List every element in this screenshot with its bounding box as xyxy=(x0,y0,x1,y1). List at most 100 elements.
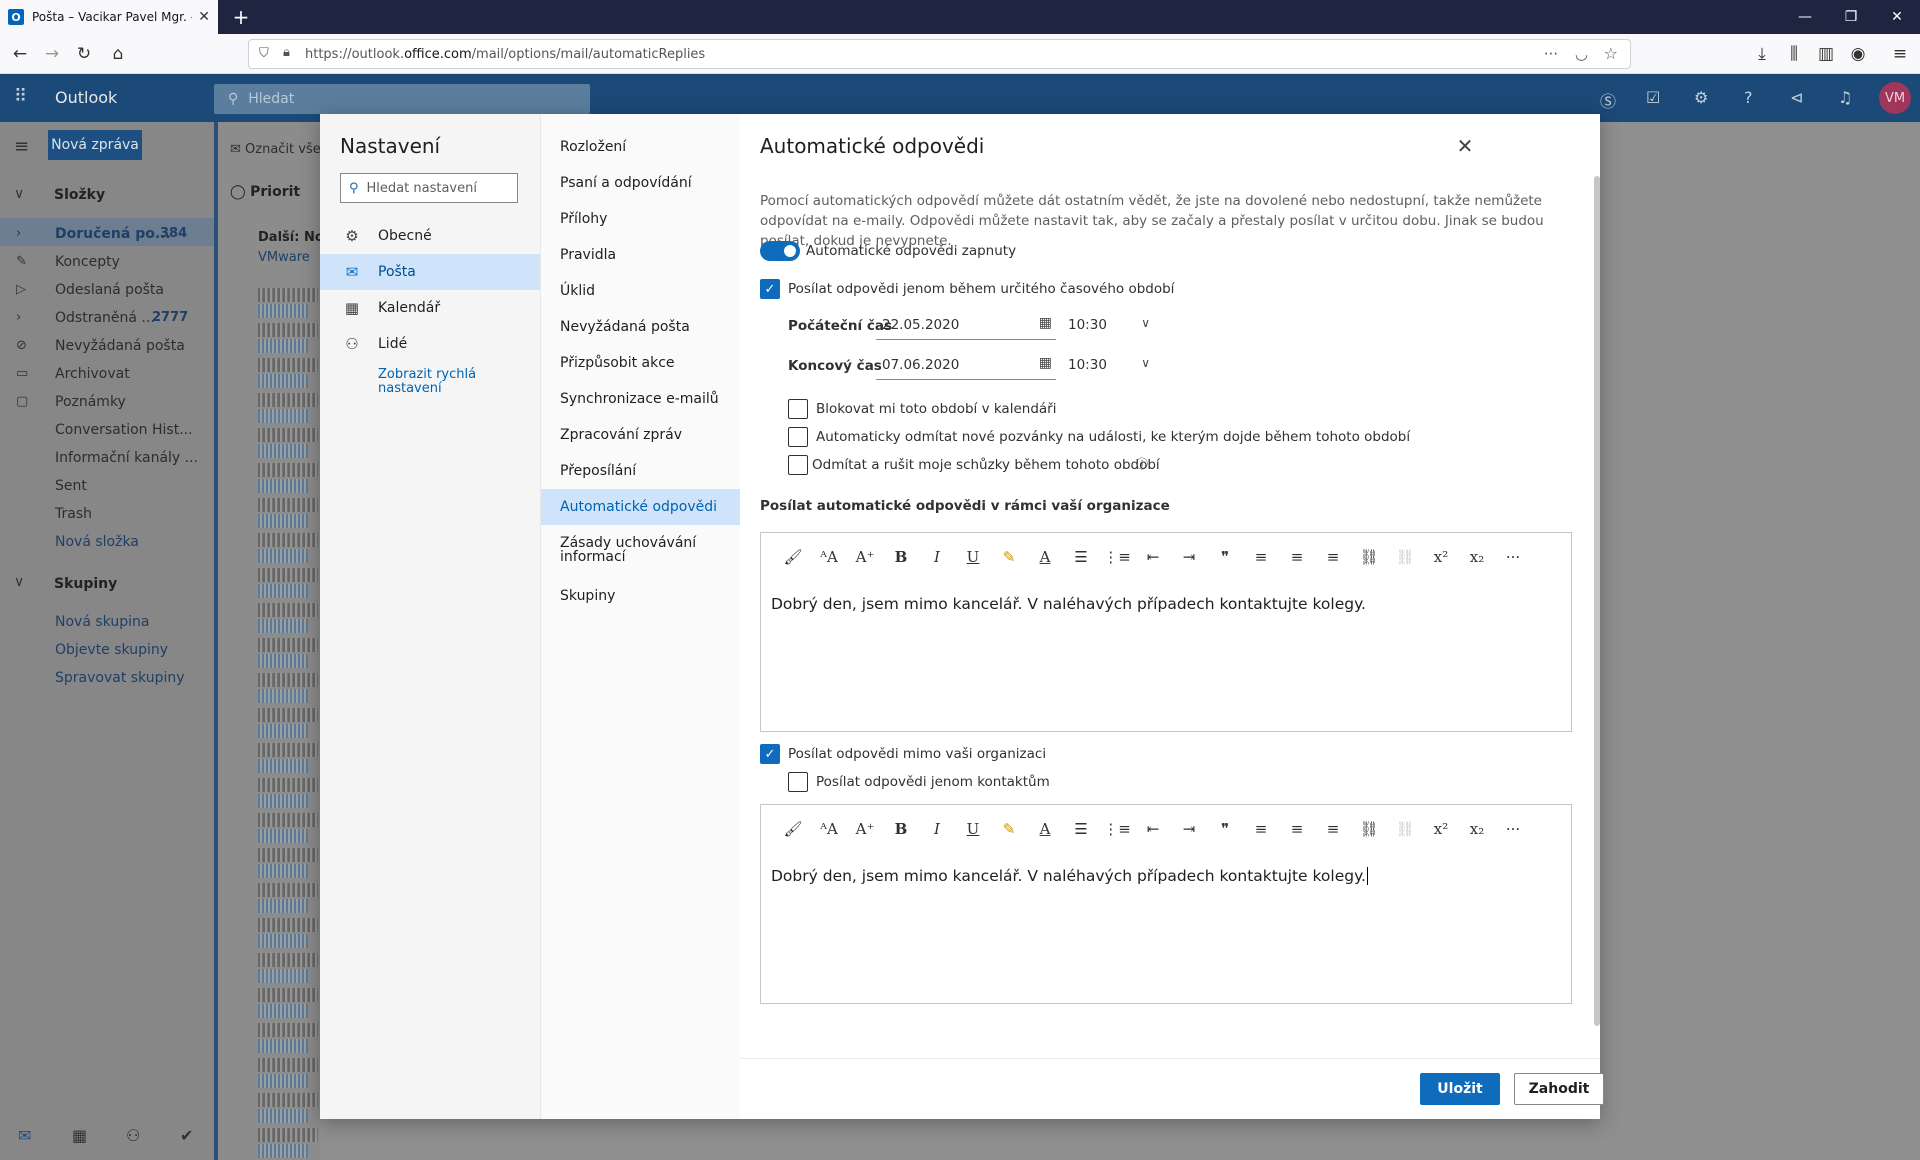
chevron-down-icon[interactable]: ∨ xyxy=(14,574,24,590)
forward-icon[interactable]: → xyxy=(38,40,66,68)
start-date-input[interactable]: 22.05.2020 ▦ xyxy=(876,310,1056,340)
bullets-icon[interactable]: ☰ xyxy=(1063,813,1099,845)
start-time-select[interactable]: 10:30 ∨ xyxy=(1060,310,1150,340)
info-icon[interactable]: ⓘ xyxy=(1136,455,1148,472)
people-icon[interactable]: ⚇ xyxy=(126,1126,140,1145)
font-color-icon[interactable]: A xyxy=(1027,541,1063,573)
group-link-new[interactable]: Nová skupina xyxy=(55,614,149,630)
folder-item[interactable]: Nová složka xyxy=(55,534,139,550)
save-button[interactable]: Uložit xyxy=(1420,1073,1500,1105)
category-mail[interactable]: ✉ Pošta xyxy=(320,254,540,290)
format-painter-icon[interactable]: 🖌︎ xyxy=(775,541,811,573)
close-tab-icon[interactable]: ✕ xyxy=(198,9,210,25)
underline-icon[interactable]: U xyxy=(955,813,991,845)
increase-indent-icon[interactable]: ⇥ xyxy=(1171,541,1207,573)
font-size-icon[interactable]: ᴬA xyxy=(811,813,847,845)
decrease-indent-icon[interactable]: ⇤ xyxy=(1135,813,1171,845)
folders-header[interactable]: Složky xyxy=(54,187,105,203)
folder-item[interactable]: Nevyžádaná pošta xyxy=(55,338,185,354)
star-icon[interactable]: ☆ xyxy=(1604,44,1618,63)
more-options-icon[interactable]: ··· xyxy=(1495,541,1531,573)
url-bar[interactable]: ⛉ 🔒︎ https://outlook.office.com/mail/opt… xyxy=(248,39,1631,69)
new-tab-button[interactable]: + xyxy=(228,4,254,30)
superscript-icon[interactable]: x² xyxy=(1423,813,1459,845)
highlight-icon[interactable]: ✎ xyxy=(991,541,1027,573)
reload-icon[interactable]: ↻ xyxy=(70,40,98,68)
focused-tab[interactable]: ◯ Priorit xyxy=(230,184,300,200)
outside-org-checkbox[interactable]: ✓ xyxy=(760,744,780,764)
category-general[interactable]: ⚙ Obecné xyxy=(320,218,540,254)
outside-reply-editor[interactable]: 🖌︎ ᴬA A⁺ B I U ✎ A ☰ ⋮≡ ⇤ ⇥ ❞ ≡ ≡ ≡ ⛓ ⛓ x² x₂ ··· Dobrý den,… xyxy=(760,804,1572,1004)
feedback-icon[interactable]: ⊲ xyxy=(1790,88,1803,107)
numbering-icon[interactable]: ⋮≡ xyxy=(1099,813,1135,845)
group-link-manage[interactable]: Spravovat skupiny xyxy=(55,670,185,686)
italic-icon[interactable]: I xyxy=(919,541,955,573)
category-people[interactable]: ⚇ Lidé xyxy=(320,326,540,362)
calendar-icon[interactable]: ▦ xyxy=(72,1126,87,1145)
new-message-button[interactable]: Nová zpráva xyxy=(48,130,142,160)
folder-item[interactable]: Doručená po... xyxy=(55,226,171,242)
hamburger-icon[interactable]: ≡ xyxy=(14,136,29,157)
quote-icon[interactable]: ❞ xyxy=(1207,541,1243,573)
inside-reply-editor[interactable]: 🖌︎ ᴬA A⁺ B I U ✎ A ☰ ⋮≡ ⇤ ⇥ ❞ ≡ ≡ ≡ ⛓ ⛓ x² x₂ ··· Dobrý den,… xyxy=(760,532,1572,732)
bell-icon[interactable]: ♫ xyxy=(1838,88,1852,107)
subcategory-item[interactable]: Přílohy xyxy=(541,201,741,237)
align-left-icon[interactable]: ≡ xyxy=(1243,813,1279,845)
groups-header[interactable]: Skupiny xyxy=(54,576,117,592)
todo-icon[interactable]: ☑ xyxy=(1646,88,1660,107)
mark-all-button[interactable]: ✉ Označit vše xyxy=(230,142,321,157)
library-icon[interactable]: ⫼ xyxy=(1780,40,1808,68)
link-icon[interactable]: ⛓ xyxy=(1351,813,1387,845)
close-window-icon[interactable]: ✕ xyxy=(1874,0,1920,34)
pane-scrollbar[interactable] xyxy=(1594,176,1600,1026)
folder-item[interactable]: Conversation Hist... xyxy=(55,422,193,438)
folder-item[interactable]: Sent xyxy=(55,478,87,494)
block-calendar-checkbox[interactable] xyxy=(788,399,808,419)
end-date-input[interactable]: 07.06.2020 ▦ xyxy=(876,350,1056,380)
category-calendar[interactable]: ▦ Kalendář xyxy=(320,290,540,326)
font-color-icon[interactable]: A xyxy=(1027,813,1063,845)
bullets-icon[interactable]: ☰ xyxy=(1063,541,1099,573)
group-link-discover[interactable]: Objevte skupiny xyxy=(55,642,168,658)
vmware-link[interactable]: VMware xyxy=(258,250,310,265)
numbering-icon[interactable]: ⋮≡ xyxy=(1099,541,1135,573)
decrease-indent-icon[interactable]: ⇤ xyxy=(1135,541,1171,573)
menu-icon[interactable]: ≡ xyxy=(1886,40,1914,68)
skype-icon[interactable]: Ⓢ xyxy=(1600,88,1616,112)
account-icon[interactable]: ◉ xyxy=(1844,40,1872,68)
align-left-icon[interactable]: ≡ xyxy=(1243,541,1279,573)
calendar-icon[interactable]: ▦ xyxy=(1039,315,1052,331)
grow-font-icon[interactable]: A⁺ xyxy=(847,813,883,845)
subcategory-item[interactable]: Nevyžádaná pošta xyxy=(541,309,741,345)
help-icon[interactable]: ? xyxy=(1744,88,1753,107)
subcategory-item[interactable]: Zásady uchovávání informací xyxy=(541,525,711,575)
outside-reply-text[interactable]: Dobrý den, jsem mimo kancelář. V naléhav… xyxy=(771,867,1368,885)
subcategory-item[interactable]: Rozložení xyxy=(541,129,741,165)
subcategory-item[interactable]: Skupiny xyxy=(541,578,741,614)
contacts-only-checkbox[interactable] xyxy=(788,772,808,792)
align-center-icon[interactable]: ≡ xyxy=(1279,813,1315,845)
more-icon[interactable]: ··· xyxy=(1544,45,1558,63)
subcategory-item[interactable]: Psaní a odpovídání xyxy=(541,165,741,201)
browser-tab[interactable]: O Pošta – Vacikar Pavel Mgr. – Outlook ✕ xyxy=(0,0,218,34)
pocket-icon[interactable]: ◡ xyxy=(1575,45,1588,63)
mail-icon[interactable]: ✉ xyxy=(18,1126,31,1145)
restore-icon[interactable]: ❐ xyxy=(1828,0,1874,34)
quote-icon[interactable]: ❞ xyxy=(1207,813,1243,845)
auto-replies-toggle[interactable] xyxy=(760,241,800,261)
calendar-icon[interactable]: ▦ xyxy=(1039,355,1052,371)
folder-item[interactable]: Poznámky xyxy=(55,394,126,410)
decline-invites-checkbox[interactable] xyxy=(788,427,808,447)
folder-item[interactable]: Odstraněná ... xyxy=(55,310,155,326)
quick-settings-link[interactable]: Zobrazit rychlá nastavení xyxy=(378,368,498,396)
increase-indent-icon[interactable]: ⇥ xyxy=(1171,813,1207,845)
download-icon[interactable]: ⤓ xyxy=(1748,40,1776,68)
highlight-icon[interactable]: ✎ xyxy=(991,813,1027,845)
unlink-icon[interactable]: ⛓ xyxy=(1387,813,1423,845)
folder-item[interactable]: Trash xyxy=(55,506,92,522)
more-options-icon[interactable]: ··· xyxy=(1495,813,1531,845)
bold-icon[interactable]: B xyxy=(883,813,919,845)
subcategory-item[interactable]: Automatické odpovědi xyxy=(541,489,741,525)
link-icon[interactable]: ⛓ xyxy=(1351,541,1387,573)
subcategory-item[interactable]: Přeposílání xyxy=(541,453,741,489)
